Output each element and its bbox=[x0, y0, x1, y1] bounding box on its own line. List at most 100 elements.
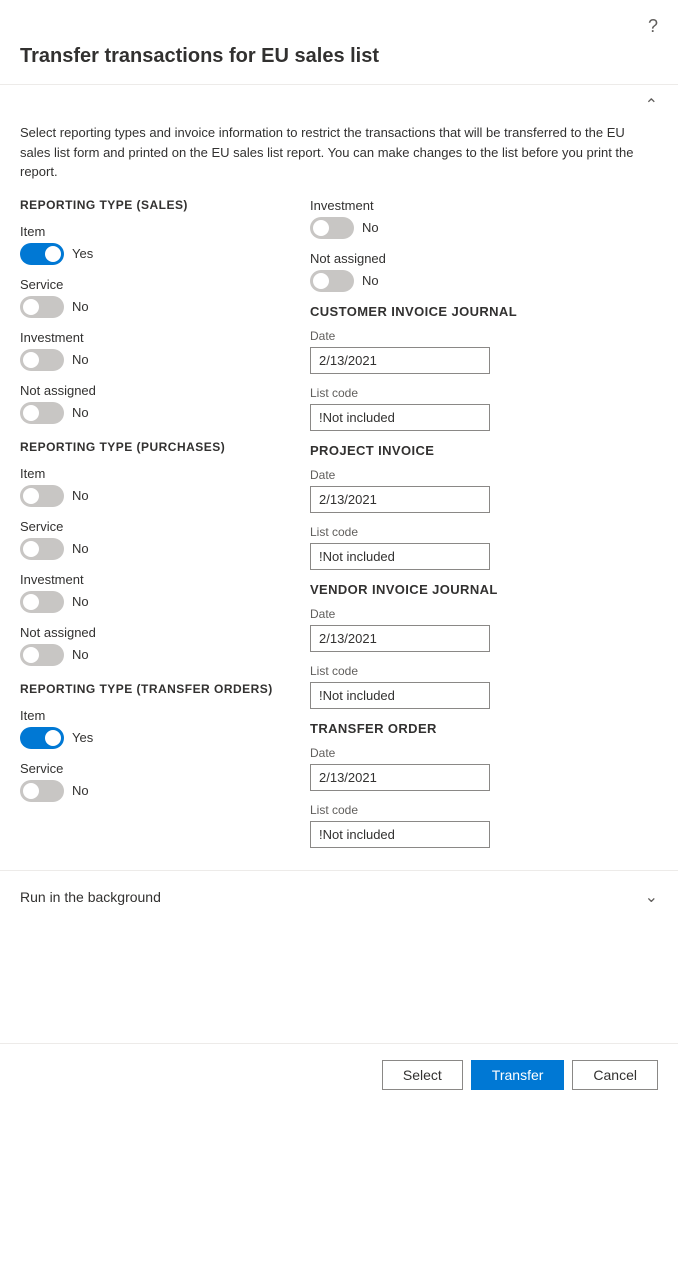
sales-investment-toggle[interactable] bbox=[20, 349, 64, 371]
spacer bbox=[0, 923, 678, 1043]
sales-service-thumb bbox=[23, 299, 39, 315]
purchases-notassigned-track bbox=[20, 644, 64, 666]
reporting-type-transfer-title: REPORTING TYPE (TRANSFER ORDERS) bbox=[20, 682, 290, 696]
vendor-invoice-listcode-input[interactable] bbox=[310, 682, 490, 709]
sales-right-notassigned-toggle[interactable] bbox=[310, 270, 354, 292]
run-in-background-label: Run in the background bbox=[20, 889, 161, 905]
vendor-invoice-listcode-group: List code bbox=[310, 664, 658, 709]
project-invoice-title: PROJECT INVOICE bbox=[310, 443, 658, 458]
sales-right-notassigned-toggle-group: Not assigned No bbox=[310, 251, 658, 292]
project-invoice-date-input[interactable] bbox=[310, 486, 490, 513]
sales-investment-value: No bbox=[72, 352, 89, 367]
purchases-investment-toggle-row: No bbox=[20, 591, 290, 613]
sales-item-label: Item bbox=[20, 224, 290, 239]
transfer-item-thumb bbox=[45, 730, 61, 746]
purchases-item-track bbox=[20, 485, 64, 507]
help-icon[interactable]: ? bbox=[648, 16, 658, 37]
transfer-item-toggle[interactable] bbox=[20, 727, 64, 749]
sales-notassigned-toggle-row: No bbox=[20, 402, 290, 424]
transfer-item-label: Item bbox=[20, 708, 290, 723]
chevron-down-icon: ⌄ bbox=[645, 887, 658, 907]
vendor-invoice-listcode-label: List code bbox=[310, 664, 658, 678]
reporting-type-sales-title: REPORTING TYPE (SALES) bbox=[20, 198, 290, 212]
sales-service-toggle[interactable] bbox=[20, 296, 64, 318]
section-header: ⌃ bbox=[20, 95, 658, 115]
main-content-layout: REPORTING TYPE (SALES) Item Yes Service bbox=[20, 198, 658, 860]
project-invoice-section: PROJECT INVOICE Date List code bbox=[310, 443, 658, 570]
purchases-notassigned-value: No bbox=[72, 647, 89, 662]
transfer-order-listcode-group: List code bbox=[310, 803, 658, 848]
sales-service-toggle-group: Service No bbox=[20, 277, 290, 318]
purchases-item-toggle-row: No bbox=[20, 485, 290, 507]
customer-invoice-listcode-label: List code bbox=[310, 386, 658, 400]
left-column: REPORTING TYPE (SALES) Item Yes Service bbox=[20, 198, 310, 860]
purchases-item-toggle[interactable] bbox=[20, 485, 64, 507]
sales-right-investment-toggle[interactable] bbox=[310, 217, 354, 239]
purchases-notassigned-toggle[interactable] bbox=[20, 644, 64, 666]
reporting-type-purchases-title: REPORTING TYPE (PURCHASES) bbox=[20, 440, 290, 454]
vendor-invoice-date-label: Date bbox=[310, 607, 658, 621]
sales-notassigned-toggle-group: Not assigned No bbox=[20, 383, 290, 424]
transfer-service-label: Service bbox=[20, 761, 290, 776]
purchases-investment-label: Investment bbox=[20, 572, 290, 587]
purchases-notassigned-toggle-row: No bbox=[20, 644, 290, 666]
transfer-order-listcode-input[interactable] bbox=[310, 821, 490, 848]
vendor-invoice-date-input[interactable] bbox=[310, 625, 490, 652]
transfer-service-toggle[interactable] bbox=[20, 780, 64, 802]
transfer-order-section: TRANSFER ORDER Date List code bbox=[310, 721, 658, 848]
sales-notassigned-toggle[interactable] bbox=[20, 402, 64, 424]
sales-notassigned-value: No bbox=[72, 405, 89, 420]
transfer-order-date-input[interactable] bbox=[310, 764, 490, 791]
sales-right-notassigned-thumb bbox=[313, 273, 329, 289]
purchases-service-thumb bbox=[23, 541, 39, 557]
purchases-service-toggle[interactable] bbox=[20, 538, 64, 560]
select-button[interactable]: Select bbox=[382, 1060, 463, 1090]
purchases-item-value: No bbox=[72, 488, 89, 503]
footer-buttons: Select Transfer Cancel bbox=[0, 1043, 678, 1106]
sales-right-investment-label: Investment bbox=[310, 198, 658, 213]
purchases-notassigned-thumb bbox=[23, 647, 39, 663]
purchases-item-thumb bbox=[23, 488, 39, 504]
transfer-service-thumb bbox=[23, 783, 39, 799]
sales-notassigned-thumb bbox=[23, 405, 39, 421]
purchases-service-label: Service bbox=[20, 519, 290, 534]
customer-invoice-date-label: Date bbox=[310, 329, 658, 343]
transfer-service-toggle-row: No bbox=[20, 780, 290, 802]
chevron-up-icon[interactable]: ⌃ bbox=[645, 95, 658, 115]
purchases-investment-toggle-group: Investment No bbox=[20, 572, 290, 613]
project-invoice-date-group: Date bbox=[310, 468, 658, 513]
sales-right-notassigned-label: Not assigned bbox=[310, 251, 658, 266]
run-in-background-section[interactable]: Run in the background ⌄ bbox=[0, 870, 678, 923]
sales-right-investment-value: No bbox=[362, 220, 379, 235]
purchases-item-label: Item bbox=[20, 466, 290, 481]
purchases-investment-track bbox=[20, 591, 64, 613]
cancel-button[interactable]: Cancel bbox=[572, 1060, 658, 1090]
transfer-order-date-label: Date bbox=[310, 746, 658, 760]
purchases-notassigned-toggle-group: Not assigned No bbox=[20, 625, 290, 666]
description-text: Select reporting types and invoice infor… bbox=[20, 123, 658, 182]
main-section: ⌃ Select reporting types and invoice inf… bbox=[0, 84, 678, 870]
project-invoice-listcode-input[interactable] bbox=[310, 543, 490, 570]
page-title: Transfer transactions for EU sales list bbox=[0, 45, 678, 84]
customer-invoice-section: CUSTOMER INVOICE JOURNAL Date List code bbox=[310, 304, 658, 431]
sales-item-track bbox=[20, 243, 64, 265]
project-invoice-listcode-label: List code bbox=[310, 525, 658, 539]
transfer-service-track bbox=[20, 780, 64, 802]
page-header: ? bbox=[0, 0, 678, 45]
transfer-item-toggle-row: Yes bbox=[20, 727, 290, 749]
sales-item-thumb bbox=[45, 246, 61, 262]
customer-invoice-listcode-input[interactable] bbox=[310, 404, 490, 431]
sales-right-notassigned-value: No bbox=[362, 273, 379, 288]
project-invoice-listcode-group: List code bbox=[310, 525, 658, 570]
purchases-investment-value: No bbox=[72, 594, 89, 609]
sales-investment-track bbox=[20, 349, 64, 371]
purchases-investment-toggle[interactable] bbox=[20, 591, 64, 613]
transfer-order-title: TRANSFER ORDER bbox=[310, 721, 658, 736]
transfer-order-listcode-label: List code bbox=[310, 803, 658, 817]
customer-invoice-date-input[interactable] bbox=[310, 347, 490, 374]
customer-invoice-date-group: Date bbox=[310, 329, 658, 374]
sales-item-toggle[interactable] bbox=[20, 243, 64, 265]
customer-invoice-listcode-group: List code bbox=[310, 386, 658, 431]
transfer-button[interactable]: Transfer bbox=[471, 1060, 565, 1090]
sales-notassigned-track bbox=[20, 402, 64, 424]
